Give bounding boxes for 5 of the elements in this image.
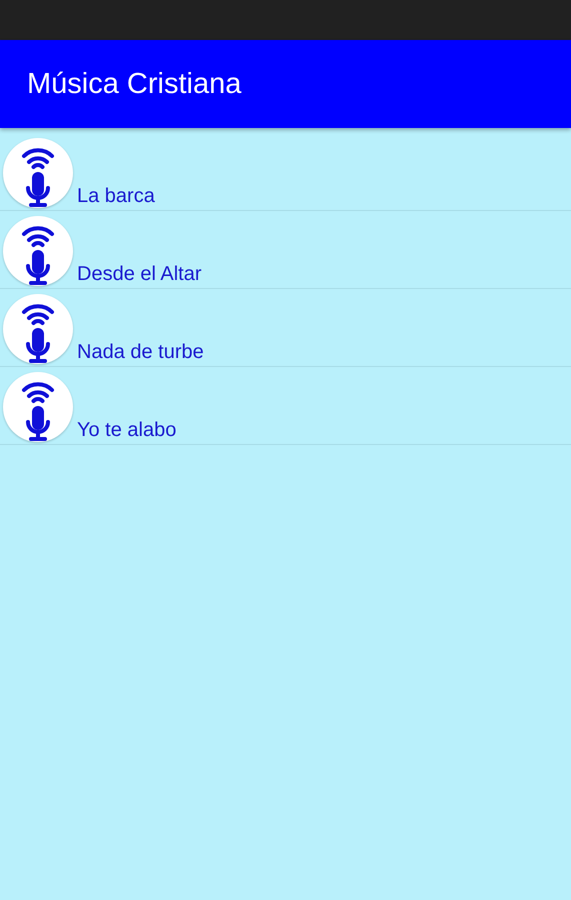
- song-title[interactable]: Desde el Altar: [77, 263, 202, 288]
- song-title[interactable]: Yo te alabo: [77, 419, 176, 444]
- app-title: Música Cristiana: [27, 68, 242, 100]
- song-title[interactable]: Nada de turbe: [77, 341, 204, 366]
- song-title[interactable]: La barca: [77, 185, 155, 210]
